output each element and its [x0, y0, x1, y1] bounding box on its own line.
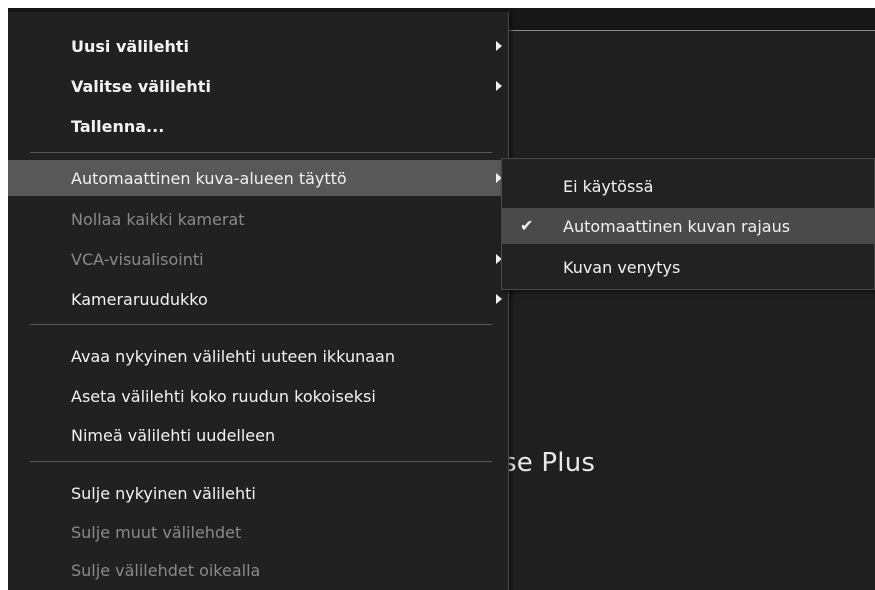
submenu-item-disabled-option[interactable]: Ei käytössä: [502, 168, 874, 204]
menu-item-label: VCA-visualisointi: [71, 249, 204, 269]
menu-item-label: Uusi välilehti: [71, 36, 190, 56]
menu-item-select-tab[interactable]: Valitse välilehti: [8, 68, 508, 104]
menu-separator: [30, 324, 492, 325]
menu-item-label: Sulje nykyinen välilehti: [71, 483, 256, 503]
submenu-item-label: Automaattinen kuvan rajaus: [563, 216, 791, 236]
menu-item-rename-tab[interactable]: Nimeä välilehti uudelleen: [8, 417, 508, 453]
menu-item-close-other-tabs: Sulje muut välilehdet: [8, 514, 508, 550]
menu-item-label: Sulje muut välilehdet: [71, 522, 242, 542]
menu-item-label: Nimeä välilehti uudelleen: [71, 425, 276, 445]
menu-item-label: Tallenna...: [71, 116, 165, 136]
submenu-arrow-icon: [496, 81, 502, 91]
submenu-item-label: Kuvan venytys: [563, 257, 681, 277]
menu-item-label: Valitse välilehti: [71, 76, 211, 96]
menu-item-open-in-new-window[interactable]: Avaa nykyinen välilehti uuteen ikkunaan: [8, 338, 508, 374]
menu-item-vca-visualization: VCA-visualisointi: [8, 241, 508, 277]
checkmark-icon: ✔: [520, 216, 534, 235]
menu-item-auto-fill[interactable]: Automaattinen kuva-alueen täyttö: [8, 160, 508, 196]
menu-item-close-current-tab[interactable]: Sulje nykyinen välilehti: [8, 475, 508, 511]
menu-item-new-tab[interactable]: Uusi välilehti: [8, 28, 508, 64]
menu-item-save[interactable]: Tallenna...: [8, 108, 508, 144]
submenu-item-auto-crop[interactable]: ✔ Automaattinen kuvan rajaus: [502, 208, 874, 244]
menu-item-label: Automaattinen kuva-alueen täyttö: [71, 168, 347, 188]
context-menu: Uusi välilehti Valitse välilehti Tallenn…: [8, 12, 509, 590]
submenu-arrow-icon: [496, 294, 502, 304]
menu-item-fullscreen-tab[interactable]: Aseta välilehti koko ruudun kokoiseksi: [8, 378, 508, 414]
app-window: se Plus Uusi välilehti Valitse välilehti…: [8, 8, 875, 590]
menu-item-label: Aseta välilehti koko ruudun kokoiseksi: [71, 386, 376, 406]
menu-item-label: Kameraruudukko: [71, 289, 208, 309]
menu-item-label: Sulje välilehdet oikealla: [71, 560, 261, 580]
menu-item-close-tabs-right: Sulje välilehdet oikealla: [8, 552, 508, 588]
submenu-arrow-icon: [496, 41, 502, 51]
menu-item-reset-cameras: Nollaa kaikki kamerat: [8, 201, 508, 237]
submenu-item-stretch[interactable]: Kuvan venytys: [502, 249, 874, 285]
submenu-item-label: Ei käytössä: [563, 176, 654, 196]
menu-item-label: Nollaa kaikki kamerat: [71, 209, 245, 229]
menu-separator: [30, 152, 492, 153]
menu-item-camera-grid[interactable]: Kameraruudukko: [8, 281, 508, 317]
background-title-text: se Plus: [503, 448, 596, 478]
menu-separator: [30, 461, 492, 462]
auto-fill-submenu: Ei käytössä ✔ Automaattinen kuvan rajaus…: [501, 158, 875, 290]
menu-item-label: Avaa nykyinen välilehti uuteen ikkunaan: [71, 346, 395, 366]
